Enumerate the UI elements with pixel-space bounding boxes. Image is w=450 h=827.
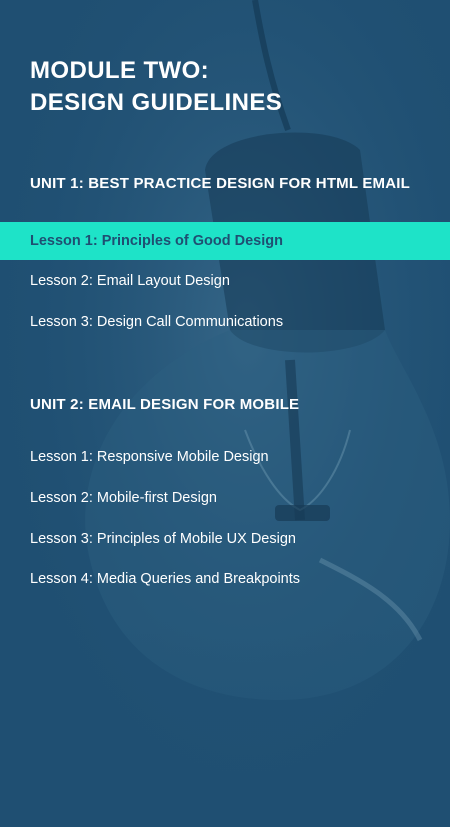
- unit-2-lesson-2-link[interactable]: Lesson 2: Mobile-first Design: [0, 479, 450, 517]
- unit-2-lesson-4-link[interactable]: Lesson 4: Media Queries and Breakpoints: [0, 560, 450, 598]
- unit-2-lesson-3-link[interactable]: Lesson 3: Principles of Mobile UX Design: [0, 520, 450, 558]
- module-title-line2: DESIGN GUIDELINES: [30, 89, 283, 116]
- unit-2-heading: UNIT 2: EMAIL DESIGN FOR MOBILE: [30, 396, 300, 413]
- module-title-line1: MODULE TWO:: [30, 57, 210, 84]
- lightbulb-background-image: [0, 0, 450, 827]
- unit-1-lesson-3-link[interactable]: Lesson 3: Design Call Communications: [0, 303, 450, 341]
- unit-2-lesson-1-link[interactable]: Lesson 1: Responsive Mobile Design: [0, 438, 450, 476]
- unit-1-heading: UNIT 1: BEST PRACTICE DESIGN FOR HTML EM…: [30, 175, 410, 192]
- module-title: MODULE TWO: DESIGN GUIDELINES: [30, 55, 282, 119]
- unit-1-lesson-2-link[interactable]: Lesson 2: Email Layout Design: [0, 262, 450, 300]
- unit-1-lesson-1-link[interactable]: Lesson 1: Principles of Good Design: [0, 222, 450, 260]
- course-navigation-panel: MODULE TWO: DESIGN GUIDELINES UNIT 1: BE…: [0, 0, 450, 827]
